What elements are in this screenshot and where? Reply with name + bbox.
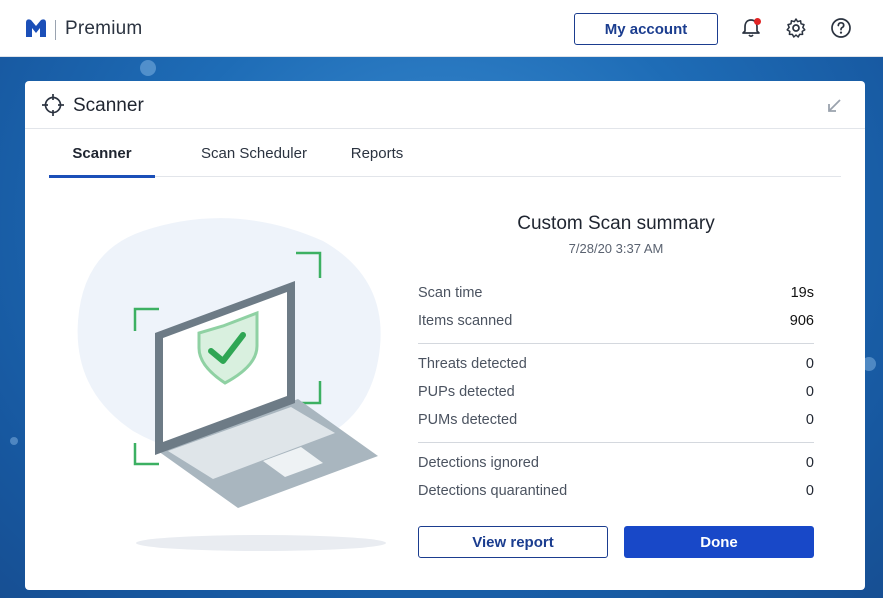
gear-icon[interactable] bbox=[785, 17, 807, 39]
summary-row-threats: Threats detected 0 bbox=[418, 356, 814, 378]
tab-reports[interactable]: Reports bbox=[339, 129, 415, 177]
crosshair-icon bbox=[42, 94, 64, 116]
panel-title: Scanner bbox=[73, 95, 144, 116]
malwarebytes-logo-icon bbox=[26, 19, 46, 37]
row-label: PUPs detected bbox=[418, 384, 515, 400]
summary-row-ignored: Detections ignored 0 bbox=[418, 455, 814, 477]
collapse-arrow-icon[interactable] bbox=[825, 97, 843, 115]
app-header: Premium My account bbox=[0, 0, 883, 57]
row-label: PUMs detected bbox=[418, 412, 518, 428]
panel-header: Scanner bbox=[25, 81, 865, 129]
row-label: Items scanned bbox=[418, 313, 513, 329]
view-report-button[interactable]: View report bbox=[418, 526, 608, 558]
tab-scanner[interactable]: Scanner bbox=[49, 129, 155, 178]
row-value: 0 bbox=[805, 412, 814, 428]
summary-row-pups: PUPs detected 0 bbox=[418, 384, 814, 406]
summary-row-quarantined: Detections quarantined 0 bbox=[418, 483, 814, 505]
bell-icon[interactable] bbox=[740, 17, 762, 39]
summary-row-items-scanned: Items scanned 906 bbox=[418, 313, 814, 335]
scan-summary-date: 7/28/20 3:37 AM bbox=[568, 241, 664, 256]
row-value: 0 bbox=[805, 483, 814, 499]
row-value: 19s bbox=[790, 285, 814, 301]
scanner-panel: Scanner Scanner Scan Scheduler Reports C… bbox=[25, 81, 865, 590]
row-label: Scan time bbox=[418, 285, 483, 301]
summary-row-scan-time: Scan time 19s bbox=[418, 285, 814, 307]
help-icon[interactable] bbox=[830, 17, 852, 39]
my-account-button[interactable]: My account bbox=[574, 13, 718, 45]
tab-scan-scheduler[interactable]: Scan Scheduler bbox=[179, 129, 329, 177]
product-name: Premium bbox=[65, 18, 143, 39]
done-button[interactable]: Done bbox=[624, 526, 814, 558]
row-value: 0 bbox=[805, 455, 814, 471]
scanner-tabs: Scanner Scan Scheduler Reports bbox=[49, 129, 841, 178]
row-label: Threats detected bbox=[418, 356, 527, 372]
row-value: 0 bbox=[805, 356, 814, 372]
row-label: Detections ignored bbox=[418, 455, 539, 471]
scan-summary-title: Custom Scan summary bbox=[517, 213, 715, 234]
row-value: 0 bbox=[805, 384, 814, 400]
summary-divider bbox=[418, 442, 814, 443]
row-label: Detections quarantined bbox=[418, 483, 568, 499]
summary-row-pums: PUMs detected 0 bbox=[418, 412, 814, 434]
brand-divider bbox=[55, 20, 56, 40]
summary-divider bbox=[418, 343, 814, 344]
scan-complete-illustration bbox=[77, 218, 386, 551]
row-value: 906 bbox=[789, 313, 814, 329]
